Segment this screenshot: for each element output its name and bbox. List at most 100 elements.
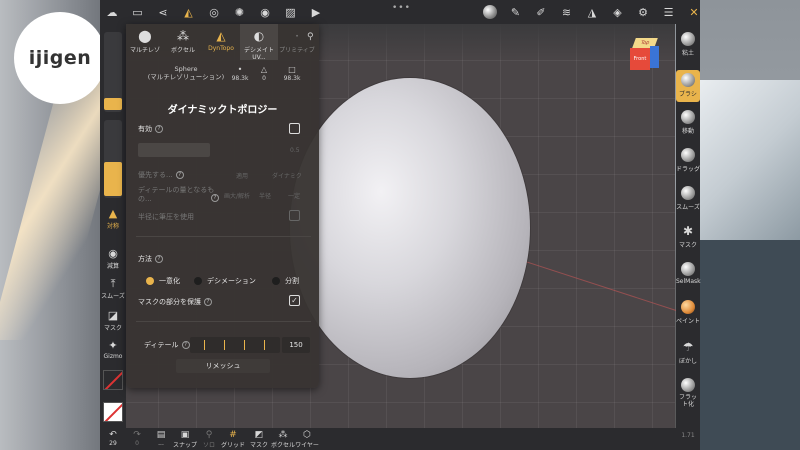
right-floor [700,240,800,450]
sun-icon[interactable]: ✺ [228,0,252,24]
detail-based-label: ディテールの量となるもの... [138,186,215,203]
radius-slider-fill[interactable] [104,98,122,110]
help-icon[interactable]: ? [211,194,219,202]
pen-icon[interactable]: ✎ [504,0,528,24]
left-toolbar: ▲ 対称 ◉ 減算 ⤒ スムーズ ◪ マスク ✦ Gizmo [100,24,126,450]
pin-icon[interactable]: ⚲ [307,32,314,42]
menu-dots-icon[interactable]: ••• [392,3,411,13]
wave-icon[interactable]: ≋ [555,0,579,24]
priority-option-dynamic[interactable]: ダイナミク [272,171,302,180]
tool-mask[interactable]: ✱ マスク [676,224,700,254]
grid-button[interactable]: # グリッド [220,430,246,449]
video-icon[interactable]: ▶ [304,0,328,24]
method-radio-decimation[interactable]: デシメーション [194,276,256,286]
snap-button[interactable]: ▣ スナップ [172,430,198,449]
detail-slider[interactable] [190,337,280,353]
symmetry-icon: ▲ [108,207,118,220]
paint-icon [681,300,695,314]
layers-icon[interactable]: ◈ [606,0,630,24]
detail-option-constant[interactable]: 一定 [288,191,300,200]
smooth-tool[interactable]: ⤒ スムーズ [100,278,126,301]
detail-value[interactable]: 150 [282,337,310,353]
divider [136,321,311,322]
view-cube-side[interactable] [650,46,659,68]
film-icon[interactable]: ◉ [253,0,277,24]
sphere-icon[interactable] [478,0,502,24]
tab-primitive[interactable]: · プリミティブ [278,24,316,60]
voxel-button[interactable]: ⁂ ボクセル [270,430,296,449]
divider [136,236,311,237]
sliders-icon[interactable]: ☰ [657,0,681,24]
voxel-toggle-icon: ⁂ [278,430,288,440]
scene-icon: ▤ [156,430,166,440]
decimate-icon: ◐ [253,29,265,43]
tab-dyntopo[interactable]: ◭ DynTopo [202,24,240,60]
tool-clay[interactable]: 粘土 [676,32,700,62]
mask-toggle-button[interactable]: ◩ マスク [246,430,272,449]
cloud-icon[interactable]: ☁ [100,0,124,24]
help-icon[interactable]: ? [204,298,212,306]
panel-title: ダイナミックトポロジー [167,105,278,116]
radius-pressure-checkbox[interactable] [289,210,300,221]
tool-smooth[interactable]: スムーズ [676,186,700,216]
undo-button[interactable]: ↶ 29 [100,430,126,447]
subtract-tool[interactable]: ◉ 減算 [100,247,126,271]
solo-button[interactable]: ⚲ ソロ [196,430,222,449]
close-icon[interactable]: ✕ [682,0,706,24]
tool-brush[interactable]: ブラシ [676,70,700,102]
intensity-slider-fill[interactable] [104,162,122,196]
image-icon[interactable]: ▨ [279,0,303,24]
bottom-toolbar: ↶ 29 ↷ 0 ▤ ... ▣ スナップ ⚲ ソロ # グリッド ◩ マスク … [100,428,676,450]
help-icon[interactable]: ? [155,125,163,133]
remesh-button[interactable]: リメッシュ [176,359,270,373]
priority-option-apply[interactable]: 適用 [236,171,248,180]
symmetry-tool[interactable]: ▲ 対称 [100,207,126,231]
globe-icon[interactable]: ◎ [202,0,226,24]
tool-paint[interactable]: ペイント [676,300,700,330]
tool-flatten[interactable]: フラット化 [676,378,700,418]
scene-button[interactable]: ▤ ... [148,430,174,447]
gizmo-tool[interactable]: ✦ Gizmo [100,340,126,361]
resolution-slider[interactable] [138,143,210,157]
brush-icon[interactable]: ◭ [177,0,201,24]
help-icon[interactable]: ? [175,171,184,179]
detail-option-radius[interactable]: 半径 [259,191,271,200]
protect-mask-label: マスクの部分を保護? [138,297,212,307]
tab-multires[interactable]: ⬤ マルチレゾ [126,24,164,60]
version-text: 1.71 [681,432,695,439]
selmask-icon [681,262,695,276]
tool-move[interactable]: 移動 [676,110,700,140]
tab-decimate-uv[interactable]: ◐ デシメイトUV... [240,24,278,61]
folder-icon[interactable]: ▭ [126,0,150,24]
color-swatch-secondary[interactable] [103,402,123,422]
detail-option-screen[interactable]: 画大/解析 [224,191,250,200]
solo-icon: ⚲ [205,430,213,440]
share-icon[interactable]: ⋖ [151,0,175,24]
gear-icon[interactable]: ⚙ [631,0,655,24]
redo-button[interactable]: ↷ 0 [124,430,150,447]
tool-blur[interactable]: ☂ ぼかし [676,340,700,370]
subtract-icon: ◉ [108,247,118,260]
tool-selmask[interactable]: SelMask [676,262,701,292]
protect-mask-checkbox[interactable]: ✓ [289,295,300,306]
mask-tool[interactable]: ◪ マスク [100,310,126,333]
tool-drag[interactable]: ドラッグ [676,148,700,178]
brush-stroke-icon[interactable]: ✐ [529,0,553,24]
snap-icon: ▣ [180,430,190,440]
wireframe-button[interactable]: ⬡ ワイヤー [294,430,320,449]
clay-icon [681,32,695,46]
sphere-mesh[interactable] [290,78,530,378]
method-radio-subdivide[interactable]: 分割 [272,276,299,286]
color-swatch-primary[interactable] [103,370,123,390]
tab-voxel[interactable]: ⁂ ボクセル [164,24,202,60]
triangle-icon[interactable]: ◮ [580,0,604,24]
view-cube-front[interactable]: Front [630,48,650,70]
ijigen-logo: ijigen [14,12,106,104]
help-icon[interactable]: ? [155,255,163,263]
blur-icon: ☂ [682,340,694,354]
method-radio-uniformize[interactable]: 一意化 [146,276,180,286]
panel-tabs: ⬤ マルチレゾ ⁂ ボクセル ◭ DynTopo ◐ デシメイトUV... · … [126,24,319,61]
enabled-checkbox[interactable] [289,123,300,134]
view-cube[interactable]: Top Front [628,38,660,72]
help-icon[interactable]: ? [181,341,190,349]
